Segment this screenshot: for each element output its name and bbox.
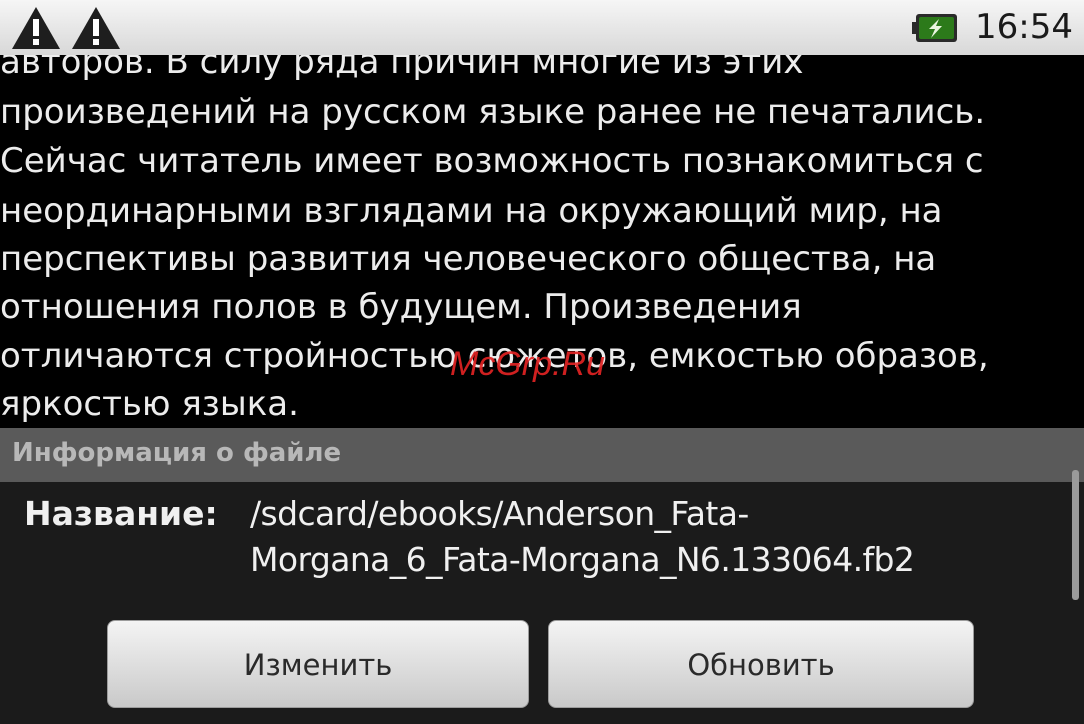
file-name-value: /sdcard/ebooks/Anderson_Fata-	[250, 494, 749, 533]
file-info-header: Информация о файле	[0, 428, 1084, 482]
change-button[interactable]: Изменить	[107, 620, 529, 708]
screen: 16:54 авторов. В силу ряда причин многие…	[0, 0, 1084, 724]
file-info-title: Информация о файле	[12, 438, 342, 468]
file-name-value: Morgana_6_Fata-Morgana_N6.133064.fb2	[250, 540, 915, 579]
file-name-label: Название:	[24, 494, 218, 533]
book-text-line: произведений на русском языке ранее не п…	[0, 92, 986, 132]
file-info-panel: Название: /sdcard/ebooks/Anderson_Fata- …	[0, 470, 1084, 724]
watermark: McGrp.Ru	[450, 345, 605, 383]
book-text-line: перспективы развития человеческого общес…	[0, 239, 937, 279]
scrollbar[interactable]	[1072, 470, 1079, 600]
battery-charging-icon	[912, 14, 957, 42]
book-text-line: отношения полов в будущем. Произведения	[0, 287, 802, 327]
status-bar: 16:54	[0, 0, 1084, 55]
warning-icon	[72, 7, 120, 49]
book-text-line: яркостью языка.	[0, 384, 299, 424]
warning-icon	[12, 7, 60, 49]
book-text-line: Сейчас читатель имеет возможность познак…	[0, 141, 984, 181]
refresh-button[interactable]: Обновить	[548, 620, 974, 708]
book-text-line: неординарными взглядами на окружающий ми…	[0, 191, 943, 231]
status-time: 16:54	[975, 7, 1073, 47]
